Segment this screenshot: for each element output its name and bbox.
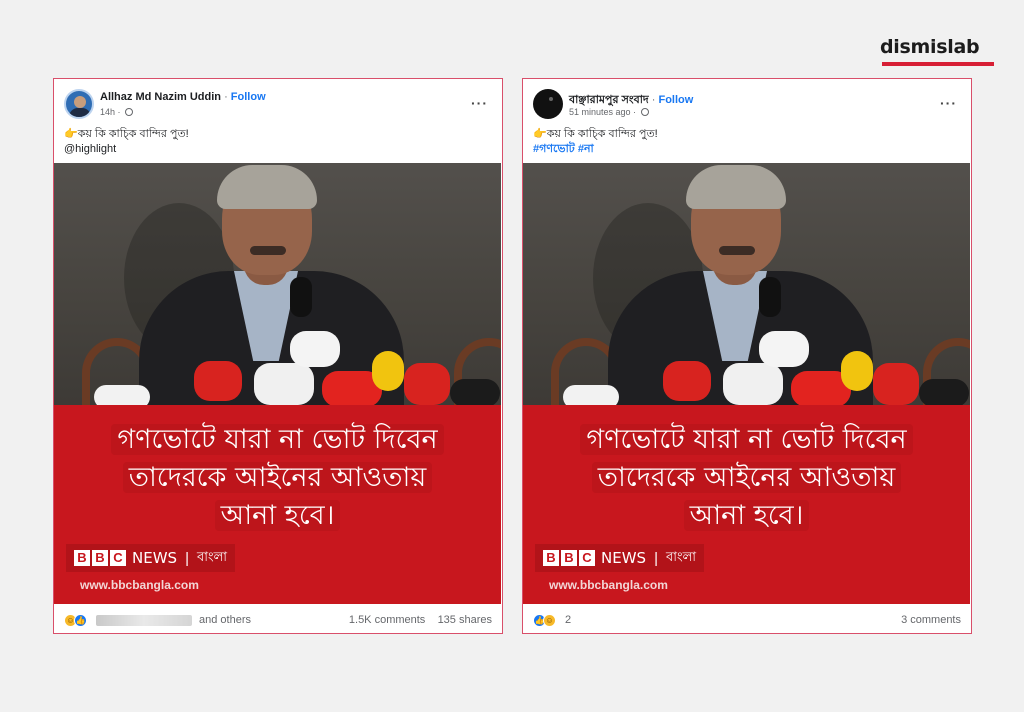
post-caption: 👉কয় কি কাচ্কি বান্দির পুত! #গণভোট #না <box>533 127 658 157</box>
avatar[interactable] <box>533 89 563 119</box>
speaker-photo <box>54 163 501 405</box>
post-time[interactable]: 14h · <box>100 107 121 117</box>
headline-line: আনা হবে। <box>214 500 341 531</box>
headline-line: গণভোটে যারা না ভোট দিবেন <box>111 424 444 455</box>
highlight-mention[interactable]: @highlight <box>64 142 189 157</box>
reaction-others[interactable]: and others <box>199 614 251 626</box>
reactions[interactable]: ☺ 👍 <box>64 614 87 627</box>
speaker-photo <box>523 163 970 405</box>
more-options-icon[interactable]: ··· <box>940 95 957 111</box>
reaction-count[interactable]: 2 <box>565 614 571 626</box>
news-headline: গণভোটে যারা না ভোট দিবেন তাদেরকে আইনের আ… <box>54 421 501 535</box>
headline-line: আনা হবে। <box>683 500 810 531</box>
logo-underline <box>882 62 994 66</box>
author-name[interactable]: Allhaz Md Nazim Uddin <box>100 91 221 103</box>
pointing-hand-emoji: 👉 <box>533 128 547 140</box>
post-header: বাঞ্ছারামপুর সংবাদ · Follow 51 minutes a… <box>533 89 961 125</box>
bbc-news-bangla-logo: B B C NEWS | বাংলা <box>66 544 236 572</box>
post-footer: 👍 ☺ 2 3 comments <box>533 611 961 629</box>
follow-button[interactable]: Follow <box>658 94 693 106</box>
pointing-hand-emoji: 👉 <box>64 128 78 140</box>
follow-button[interactable]: Follow <box>231 91 266 103</box>
facebook-post-left: Allhaz Md Nazim Uddin · Follow 14h · ···… <box>53 78 503 634</box>
post-image[interactable]: গণভোটে যারা না ভোট দিবেন তাদেরকে আইনের আ… <box>523 163 970 604</box>
headline-line: তাদেরকে আইনের আওতায় <box>591 462 902 493</box>
bbc-url: www.bbcbangla.com <box>549 578 668 592</box>
dismislab-logo: dismislab <box>880 36 980 58</box>
post-footer: ☺ 👍 and others 1.5K comments 135 shares <box>64 611 492 629</box>
shares-count[interactable]: 135 shares <box>438 614 492 626</box>
post-image[interactable]: গণভোটে যারা না ভোট দিবেন তাদেরকে আইনের আ… <box>54 163 501 604</box>
post-header: Allhaz Md Nazim Uddin · Follow 14h · ··· <box>64 89 492 125</box>
like-reaction-icon: 👍 <box>74 614 87 627</box>
globe-icon <box>125 108 134 116</box>
reactions[interactable]: 👍 ☺ <box>533 614 556 627</box>
caption-text: কয় কি কাচ্কি বান্দির পুত! <box>546 128 658 140</box>
post-time[interactable]: 51 minutes ago · <box>569 107 636 117</box>
bbc-url: www.bbcbangla.com <box>80 578 199 592</box>
globe-icon <box>640 108 649 116</box>
post-caption: 👉কয় কি কাচ্কি বান্দির পুত! @highlight <box>64 127 189 157</box>
bbc-news-bangla-logo: B B C NEWS | বাংলা <box>535 544 705 572</box>
hashtags[interactable]: #গণভোট #না <box>533 142 658 157</box>
caption-text: কয় কি কাচ্কি বান্দির পুত! <box>77 128 189 140</box>
facebook-post-right: বাঞ্ছারামপুর সংবাদ · Follow 51 minutes a… <box>522 78 972 634</box>
author-name[interactable]: বাঞ্ছারামপুর সংবাদ <box>569 94 649 106</box>
more-options-icon[interactable]: ··· <box>471 95 488 111</box>
comments-count[interactable]: 3 comments <box>901 614 961 626</box>
haha-reaction-icon: ☺ <box>543 614 556 627</box>
headline-line: তাদেরকে আইনের আওতায় <box>122 462 433 493</box>
headline-line: গণভোটে যারা না ভোট দিবেন <box>580 424 913 455</box>
news-headline: গণভোটে যারা না ভোট দিবেন তাদেরকে আইনের আ… <box>523 421 970 535</box>
avatar[interactable] <box>64 89 94 119</box>
blurred-names <box>96 615 192 626</box>
comments-count[interactable]: 1.5K comments <box>349 614 425 626</box>
